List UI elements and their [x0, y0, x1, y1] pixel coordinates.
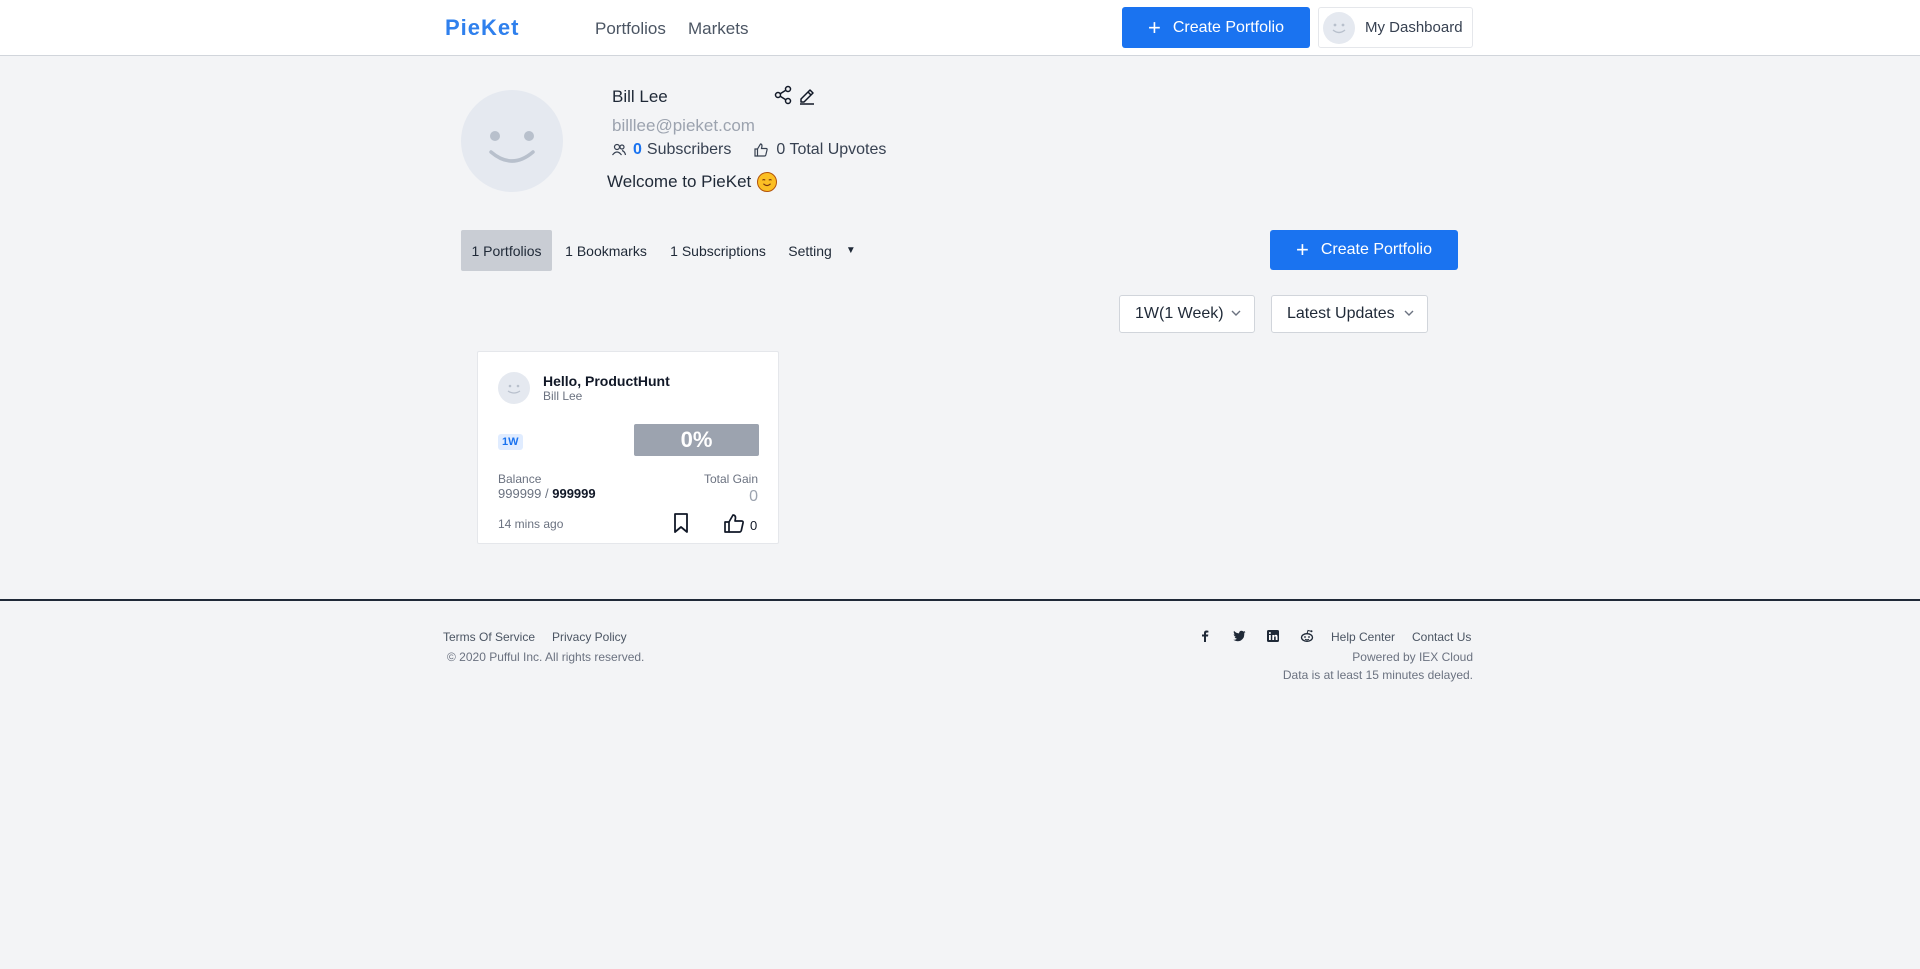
nav-markets[interactable]: Markets — [688, 19, 748, 39]
brand-logo[interactable]: PieKet — [445, 15, 519, 41]
welcome-message: Welcome to PieKet — [607, 172, 778, 192]
data-delay-notice: Data is at least 15 minutes delayed. — [1282, 668, 1473, 682]
footer-divider — [0, 599, 1920, 601]
create-portfolio-button[interactable]: + Create Portfolio — [1270, 230, 1458, 270]
privacy-link[interactable]: Privacy Policy — [552, 630, 627, 644]
hugging-face-emoji-icon — [757, 172, 778, 192]
user-avatar — [1323, 11, 1355, 44]
portfolio-title[interactable]: Hello, ProductHunt — [543, 373, 670, 389]
header-create-portfolio-button[interactable]: + Create Portfolio — [1122, 7, 1310, 48]
chevron-down-icon — [1231, 310, 1241, 316]
balance-label: Balance — [498, 472, 542, 486]
tab-setting[interactable]: Setting ▼ — [782, 230, 862, 271]
caret-down-icon: ▼ — [845, 245, 856, 256]
balance-current: 999999 — [498, 486, 542, 501]
my-dashboard-button[interactable]: My Dashboard — [1318, 7, 1473, 48]
portfolio-author[interactable]: Bill Lee — [543, 389, 582, 403]
sort-value: Latest Updates — [1287, 305, 1395, 322]
card-author-avatar — [498, 372, 530, 404]
setting-label: Setting — [788, 242, 832, 259]
upvotes-text: 0 Total Upvotes — [776, 141, 887, 158]
help-center-link[interactable]: Help Center — [1331, 630, 1395, 644]
total-gain-label: Total Gain — [703, 472, 758, 486]
tab-portfolios[interactable]: 1 Portfolios — [461, 230, 552, 271]
nav-portfolios[interactable]: Portfolios — [595, 19, 666, 39]
balance-value: 999999 / 999999 — [498, 486, 596, 501]
facebook-icon[interactable] — [1197, 628, 1213, 644]
balance-separator: / — [541, 486, 553, 501]
tab-subscriptions[interactable]: 1 Subscriptions — [664, 230, 772, 271]
chevron-down-icon — [1404, 310, 1414, 316]
percent-change-badge: 0% — [634, 424, 759, 456]
users-icon — [612, 143, 627, 156]
profile-stats: 0 Subscribers 0 Total Upvotes — [611, 141, 886, 159]
period-value: 1W(1 Week) — [1135, 305, 1224, 322]
profile-avatar — [461, 90, 563, 192]
portfolio-card[interactable]: Hello, ProductHunt Bill Lee 1W 0% Balanc… — [477, 351, 779, 544]
profile-name: Bill Lee — [612, 87, 668, 106]
sort-select[interactable]: Latest Updates — [1271, 295, 1428, 333]
like-count: 0 — [750, 518, 758, 533]
powered-by-text: Powered by IEX Cloud — [1352, 650, 1473, 664]
terms-link[interactable]: Terms Of Service — [443, 630, 535, 644]
total-gain-value: 0 — [749, 488, 758, 505]
copyright-text: © 2020 Pufful Inc. All rights reserved. — [447, 650, 645, 664]
reddit-icon[interactable] — [1299, 628, 1315, 644]
thumbs-up-icon — [754, 143, 769, 157]
tab-bookmarks[interactable]: 1 Bookmarks — [558, 230, 654, 271]
period-select[interactable]: 1W(1 Week) — [1119, 295, 1255, 333]
create-portfolio-label: Create Portfolio — [1320, 241, 1433, 258]
plus-icon: + — [1147, 14, 1161, 40]
contact-us-link[interactable]: Contact Us — [1412, 630, 1471, 644]
welcome-text: Welcome to PieKet — [607, 172, 752, 191]
profile-email: billlee@pieket.com — [612, 116, 755, 135]
plus-icon: + — [1295, 237, 1309, 262]
edit-icon[interactable] — [797, 85, 817, 105]
subscribers-label: Subscribers — [646, 141, 732, 158]
period-badge: 1W — [498, 434, 523, 450]
subscribers-count: 0 — [633, 141, 642, 158]
create-portfolio-label: Create Portfolio — [1172, 18, 1285, 36]
updated-time: 14 mins ago — [498, 517, 564, 531]
bookmark-icon[interactable] — [671, 512, 691, 534]
thumbs-up-icon[interactable] — [723, 512, 745, 534]
balance-total: 999999 — [552, 486, 596, 501]
share-icon[interactable] — [773, 85, 793, 105]
twitter-icon[interactable] — [1231, 628, 1247, 644]
linkedin-icon[interactable] — [1265, 628, 1281, 644]
my-dashboard-label: My Dashboard — [1365, 19, 1463, 36]
top-navbar: PieKet Portfolios Markets + Create Portf… — [0, 0, 1920, 56]
